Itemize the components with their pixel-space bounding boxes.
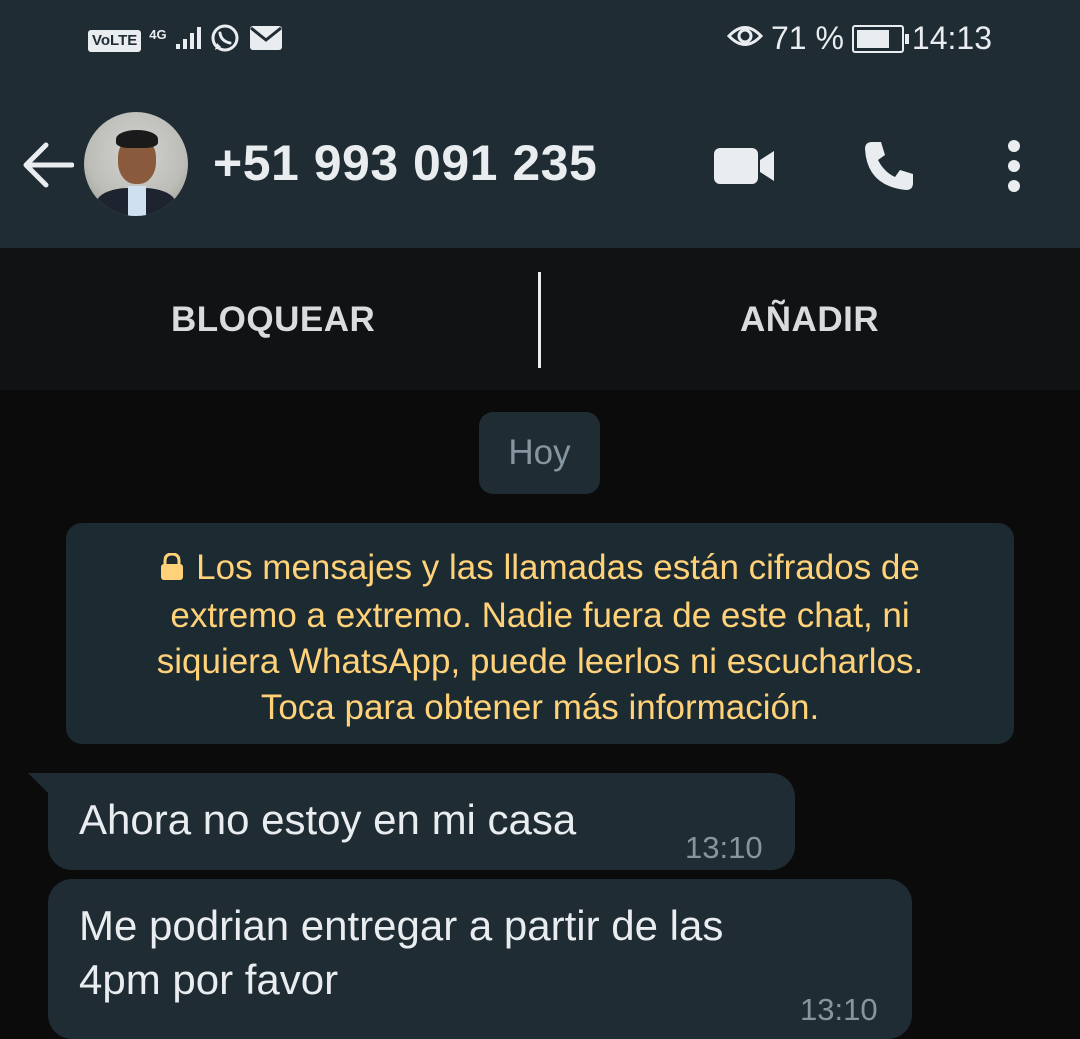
message-line: Me podrian entregar a partir de las: [79, 902, 724, 949]
whatsapp-icon: [209, 22, 241, 59]
status-left: VoLTE 4G: [88, 22, 283, 59]
date-chip: Hoy: [479, 412, 600, 494]
message-text: Me podrian entregar a partir de las 4pm …: [79, 899, 723, 1007]
avatar-hair: [116, 130, 158, 148]
battery-charging-icon: [851, 24, 909, 53]
signal-icon: [175, 26, 201, 55]
encryption-notice-line: Los mensajes y las llamadas están cifrad…: [96, 545, 984, 593]
video-call-icon[interactable]: [714, 146, 776, 191]
contact-name[interactable]: +51 993 091 235: [213, 134, 597, 192]
network-type: 4G: [149, 27, 167, 42]
status-right: 71 % 14:13: [726, 20, 992, 57]
message-time: 13:10: [685, 830, 763, 865]
chat-header: +51 993 091 235: [0, 82, 1080, 248]
avatar[interactable]: [84, 112, 188, 216]
volte-indicator: VoLTE: [88, 29, 142, 52]
message-line: 4pm por favor: [79, 956, 339, 1003]
action-divider: [538, 272, 541, 368]
back-arrow-icon[interactable]: [20, 140, 75, 195]
clock: 14:13: [911, 20, 992, 56]
message-text: Ahora no estoy en mi casa: [79, 796, 577, 843]
encryption-notice-line: siquiera WhatsApp, puede leerlos ni escu…: [156, 642, 924, 681]
avatar-shirt: [128, 186, 146, 216]
encryption-notice-line: extremo a extremo. Nadie fuera de este c…: [170, 596, 910, 635]
encryption-notice[interactable]: Los mensajes y las llamadas están cifrad…: [66, 523, 1014, 744]
message-time: 13:10: [800, 992, 878, 1027]
message-bubble[interactable]: Me podrian entregar a partir de las 4pm …: [48, 879, 912, 1039]
battery-percent: 71 %: [770, 20, 844, 56]
eye-icon: [726, 20, 764, 57]
lock-icon: [160, 547, 184, 593]
mail-icon: [249, 25, 283, 56]
unknown-contact-action-bar: BLOQUEAR AÑADIR: [0, 248, 1080, 390]
block-button[interactable]: BLOQUEAR: [171, 300, 375, 340]
encryption-notice-line: Toca para obtener más información.: [260, 688, 820, 727]
add-contact-button[interactable]: AÑADIR: [740, 300, 879, 340]
phone-icon[interactable]: [862, 139, 916, 198]
status-bar: VoLTE 4G 71 % 14:13: [0, 0, 1080, 82]
more-vert-icon[interactable]: [1004, 140, 1024, 197]
message-bubble[interactable]: Ahora no estoy en mi casa 13:10: [48, 773, 795, 870]
